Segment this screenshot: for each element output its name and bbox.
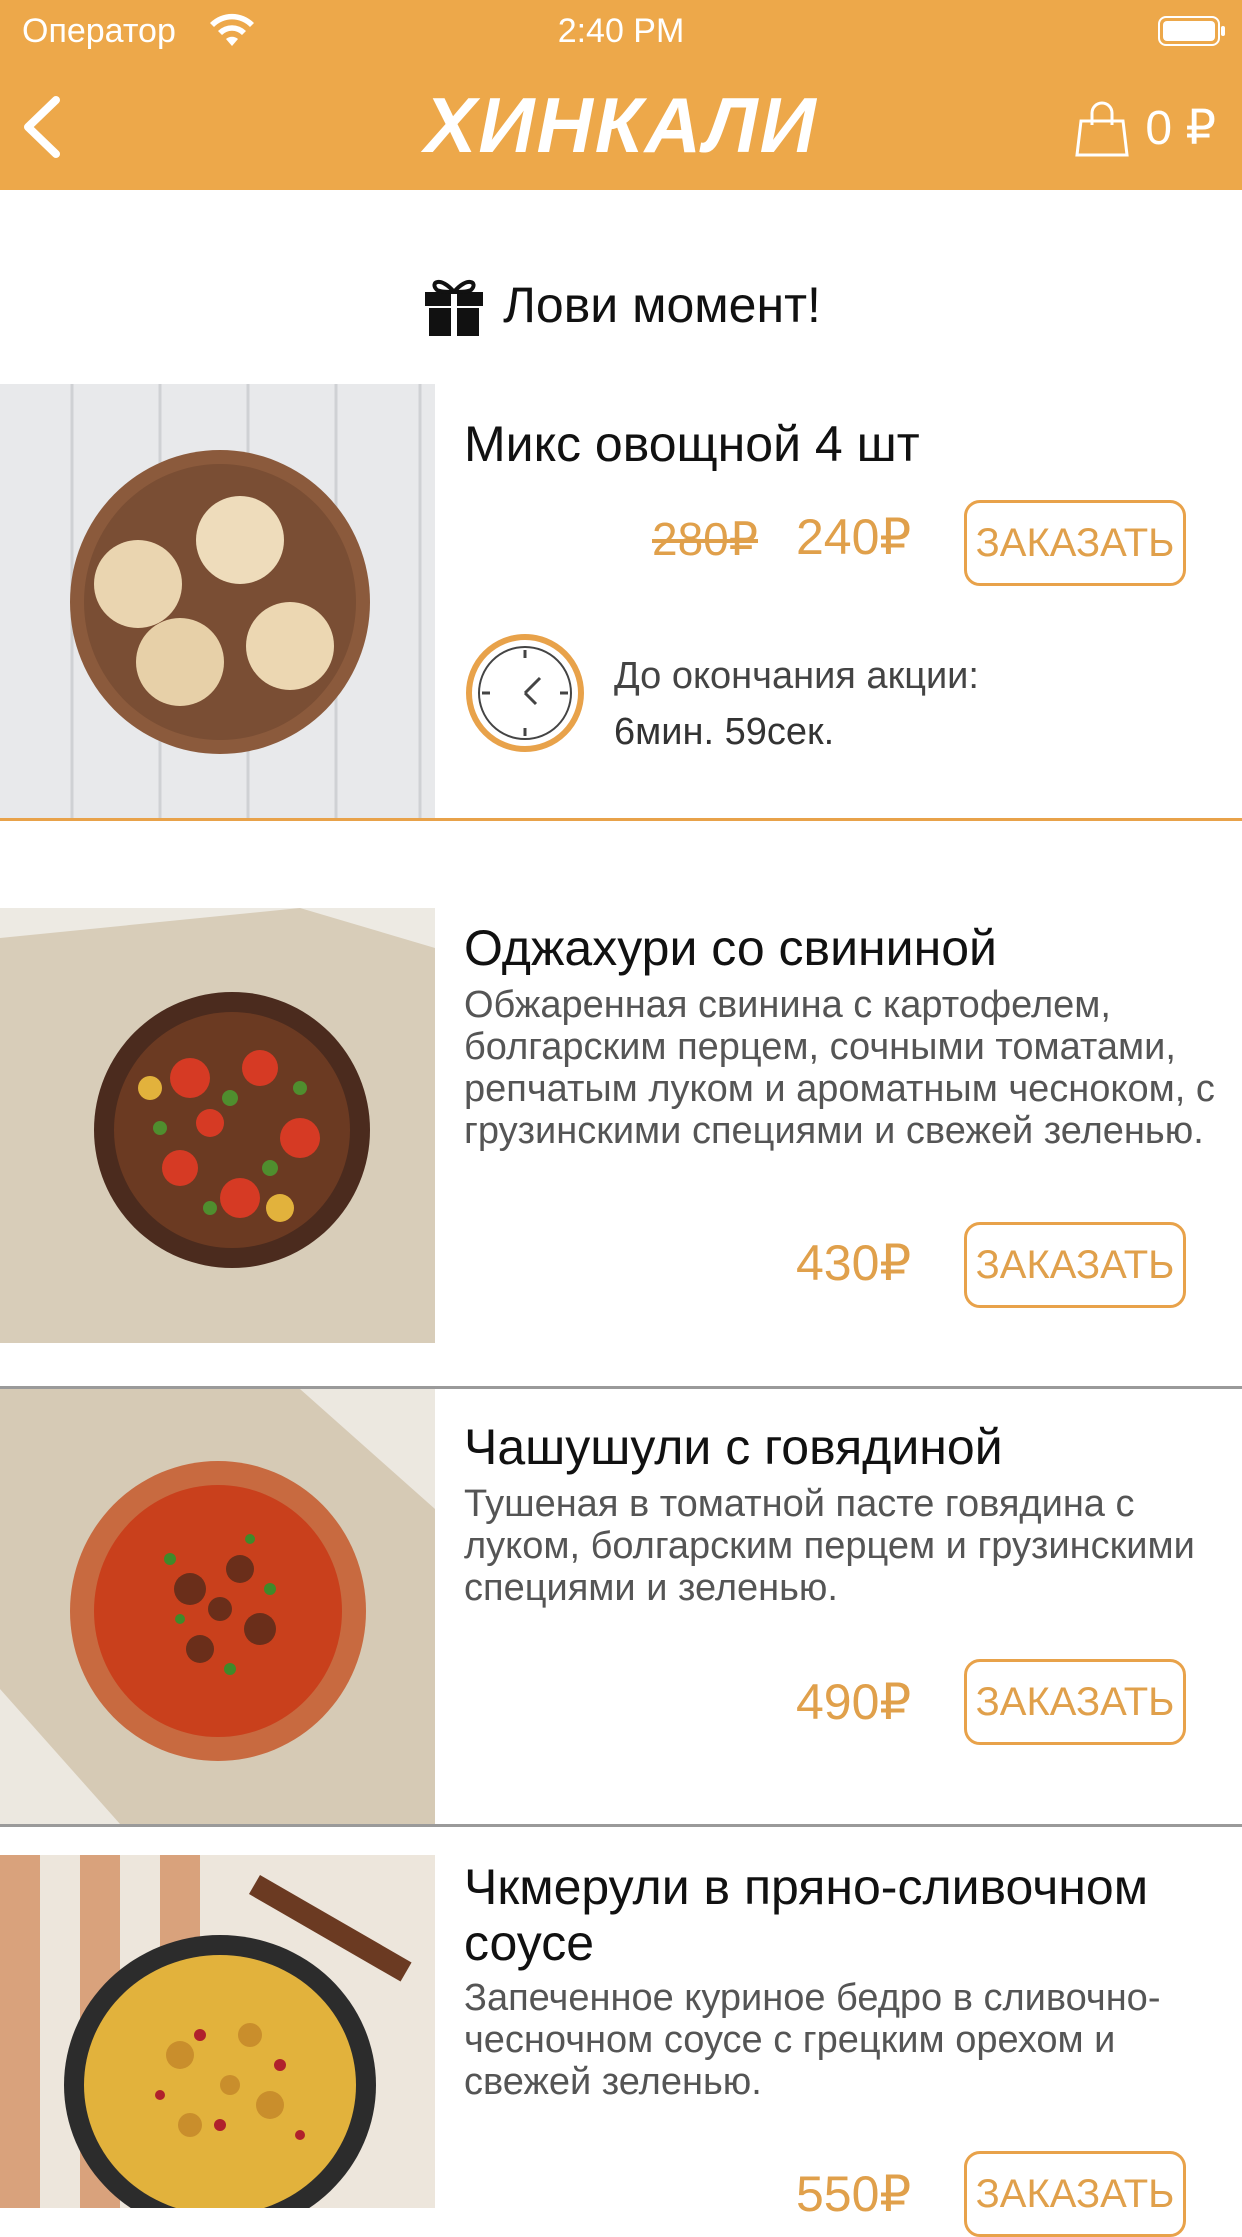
promo-dish-name: Микс овощной 4 шт <box>464 416 920 472</box>
promo-order-button[interactable]: ЗАКАЗАТЬ <box>964 500 1186 586</box>
promo-title-text: Лови момент! <box>503 277 821 333</box>
cart-amount: 0 ₽ <box>1145 102 1216 155</box>
order-button[interactable]: ЗАКАЗАТЬ <box>964 2151 1186 2237</box>
odzhakhuri-image <box>0 908 435 1343</box>
item-divider <box>0 1824 1242 1827</box>
timer-value: 6мин. 59сек. <box>614 711 835 753</box>
gift-icon <box>425 280 484 338</box>
app-logo: ХИНКАЛИ <box>424 81 818 169</box>
dish-name: Чкмерули в пряно-сливочном соусе <box>464 1859 1149 1971</box>
order-button[interactable]: ЗАКАЗАТЬ <box>964 1222 1186 1308</box>
dish-price: 430₽ <box>796 1235 912 1291</box>
status-bar: Оператор 2:40 PM <box>0 0 1242 60</box>
shopping-bag-icon <box>1075 101 1130 157</box>
promo-price: 240₽ <box>796 509 912 565</box>
chashushuli-image <box>0 1389 435 1824</box>
clock-time: 2:40 PM <box>557 12 685 50</box>
khinkali-image <box>0 384 435 819</box>
battery-icon <box>1158 16 1225 46</box>
dish-photo <box>0 1389 435 1824</box>
promo-divider <box>0 818 1242 821</box>
dish-price: 550₽ <box>796 2166 912 2222</box>
promo-old-price: 280₽ <box>652 513 759 565</box>
dish-description: Запеченное куриное бедро в сливочно-чесн… <box>464 1977 1161 2103</box>
dish-name: Оджахури со свининой <box>464 920 997 976</box>
timer-label: До окончания акции: <box>614 655 979 697</box>
promo-timer: До окончания акции: 6мин. 59сек. <box>614 648 979 760</box>
order-button[interactable]: ЗАКАЗАТЬ <box>964 1659 1186 1745</box>
dish-photo <box>0 1855 435 2208</box>
dish-photo <box>0 908 435 1343</box>
dish-description: Тушеная в томатной пасте говядина с луко… <box>464 1483 1195 1609</box>
chkmeruli-image <box>0 1855 435 2208</box>
dish-price: 490₽ <box>796 1674 912 1730</box>
clock-icon <box>466 634 584 752</box>
promo-section-title: Лови момент! <box>0 272 1242 338</box>
dish-description: Обжаренная свинина с картофелем, болгарс… <box>464 984 1215 1152</box>
app-header: Оператор 2:40 PM ХИНКАЛИ 0 ₽ <box>0 0 1242 190</box>
dish-name: Чашушули с говядиной <box>464 1419 1003 1475</box>
promo-dish-photo <box>0 384 435 819</box>
cart-button[interactable]: 0 ₽ <box>1073 96 1216 160</box>
